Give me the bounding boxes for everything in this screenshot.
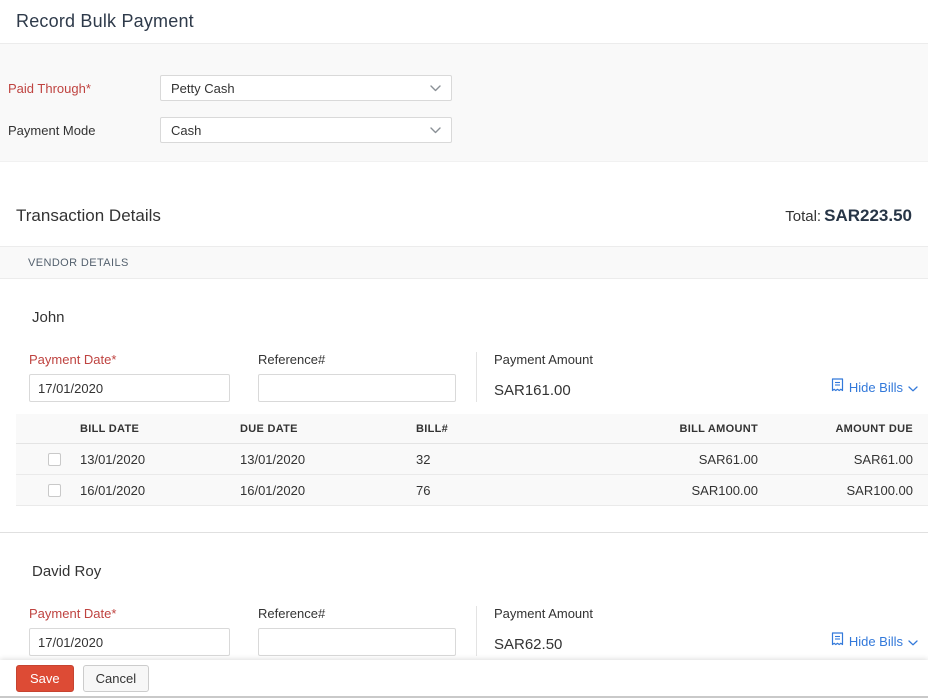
col-bill-date: BILL DATE xyxy=(80,422,140,435)
payment-amount-region: Payment Amount SAR161.00 Hide Bills xyxy=(476,352,920,402)
payment-amount-label: Payment Amount xyxy=(494,352,593,367)
transaction-details-title: Transaction Details xyxy=(16,206,161,225)
payment-mode-value: Cash xyxy=(171,122,202,138)
reference-input[interactable] xyxy=(258,628,456,656)
total-value: SAR223.50 xyxy=(824,206,912,225)
page-title: Record Bulk Payment xyxy=(16,11,194,31)
total-label: Total: xyxy=(785,208,822,225)
payment-mode-select[interactable]: Cash xyxy=(160,117,452,143)
hide-bills-label: Hide Bills xyxy=(848,633,903,649)
vendor-details-label: VENDOR DETAILS xyxy=(28,256,129,269)
vendor-fields-row: Payment Date* Reference# Payment Amount … xyxy=(29,606,920,656)
save-button[interactable]: Save xyxy=(16,664,74,692)
bill-checkbox-cell xyxy=(16,483,64,497)
chevron-down-icon xyxy=(430,126,441,134)
payment-amount-value: SAR161.00 xyxy=(494,382,571,399)
payment-date-field: Payment Date* xyxy=(29,606,230,656)
transaction-total: Total: SAR223.50 xyxy=(785,206,912,226)
vendor-block-david-roy: David Roy Payment Date* Reference# Payme… xyxy=(0,563,928,656)
hide-bills-link[interactable]: Hide Bills xyxy=(831,378,918,396)
paid-through-label: Paid Through* xyxy=(8,80,91,96)
vendor-details-bar: VENDOR DETAILS xyxy=(0,246,928,279)
payment-amount-stack: Payment Amount SAR62.50 xyxy=(494,606,593,656)
payment-mode-label: Payment Mode xyxy=(8,122,96,138)
bills-table: BILL DATE DUE DATE BILL# BILL AMOUNT AMO… xyxy=(16,414,928,506)
vendor-divider xyxy=(0,532,928,533)
paid-through-row: Paid Through* Petty Cash xyxy=(0,75,928,101)
action-footer: Save Cancel xyxy=(0,660,928,696)
bill-amount: SAR61.00 xyxy=(698,451,758,467)
hide-bills-label: Hide Bills xyxy=(848,379,903,395)
bill-row: 16/01/2020 16/01/2020 76 SAR100.00 SAR10… xyxy=(16,475,928,506)
payment-settings-form: Paid Through* Petty Cash Payment Mode Ca… xyxy=(0,44,928,162)
amount-due: SAR100.00 xyxy=(846,482,914,498)
col-bill-no: BILL# xyxy=(416,422,449,435)
bill-receipt-icon xyxy=(831,378,844,396)
due-date: 16/01/2020 xyxy=(240,482,306,498)
paid-through-value: Petty Cash xyxy=(171,80,235,96)
chevron-down-icon xyxy=(908,380,918,395)
bill-checkbox-cell xyxy=(16,452,64,466)
reference-input[interactable] xyxy=(258,374,456,402)
paid-through-select[interactable]: Petty Cash xyxy=(160,75,452,101)
reference-field: Reference# xyxy=(258,352,456,402)
payment-date-label: Payment Date* xyxy=(29,352,117,367)
col-due-date: DUE DATE xyxy=(240,422,298,435)
payment-amount-stack: Payment Amount SAR161.00 xyxy=(494,352,593,402)
payment-date-input[interactable] xyxy=(29,628,230,656)
reference-label: Reference# xyxy=(258,352,326,367)
bill-checkbox[interactable] xyxy=(48,483,61,497)
cancel-button[interactable]: Cancel xyxy=(82,664,150,692)
vendor-fields-row: Payment Date* Reference# Payment Amount … xyxy=(29,352,920,402)
reference-label: Reference# xyxy=(258,606,326,621)
hide-bills-link[interactable]: Hide Bills xyxy=(831,632,918,650)
page-header: Record Bulk Payment xyxy=(0,0,928,44)
chevron-down-icon xyxy=(908,634,918,649)
payment-amount-value: SAR62.50 xyxy=(494,636,563,653)
bill-number: 76 xyxy=(416,482,431,498)
col-amount-due: AMOUNT DUE xyxy=(835,422,913,435)
bill-date: 13/01/2020 xyxy=(80,451,146,467)
vendor-name: John xyxy=(32,309,65,326)
bill-row: 13/01/2020 13/01/2020 32 SAR61.00 SAR61.… xyxy=(16,444,928,475)
bill-number: 32 xyxy=(416,451,431,467)
amount-due: SAR61.00 xyxy=(853,451,913,467)
bill-receipt-icon xyxy=(831,632,844,650)
vendor-block-john: John Payment Date* Reference# Payment Am… xyxy=(0,309,928,506)
payment-amount-label: Payment Amount xyxy=(494,606,593,621)
due-date: 13/01/2020 xyxy=(240,451,306,467)
vendor-name: David Roy xyxy=(32,563,102,580)
payment-date-label: Payment Date* xyxy=(29,606,117,621)
bill-date: 16/01/2020 xyxy=(80,482,146,498)
bills-table-header: BILL DATE DUE DATE BILL# BILL AMOUNT AMO… xyxy=(16,414,928,444)
record-bulk-payment-page: Record Bulk Payment Paid Through* Petty … xyxy=(0,0,928,698)
payment-amount-region: Payment Amount SAR62.50 Hide Bills xyxy=(476,606,920,656)
reference-field: Reference# xyxy=(258,606,456,656)
col-bill-amount: BILL AMOUNT xyxy=(679,422,758,435)
payment-mode-row: Payment Mode Cash xyxy=(0,117,928,143)
payment-date-field: Payment Date* xyxy=(29,352,230,402)
transaction-details-header: Transaction Details Total: SAR223.50 xyxy=(0,206,928,226)
bill-amount: SAR100.00 xyxy=(691,482,759,498)
bill-checkbox[interactable] xyxy=(48,452,61,466)
payment-date-input[interactable] xyxy=(29,374,230,402)
chevron-down-icon xyxy=(430,84,441,92)
